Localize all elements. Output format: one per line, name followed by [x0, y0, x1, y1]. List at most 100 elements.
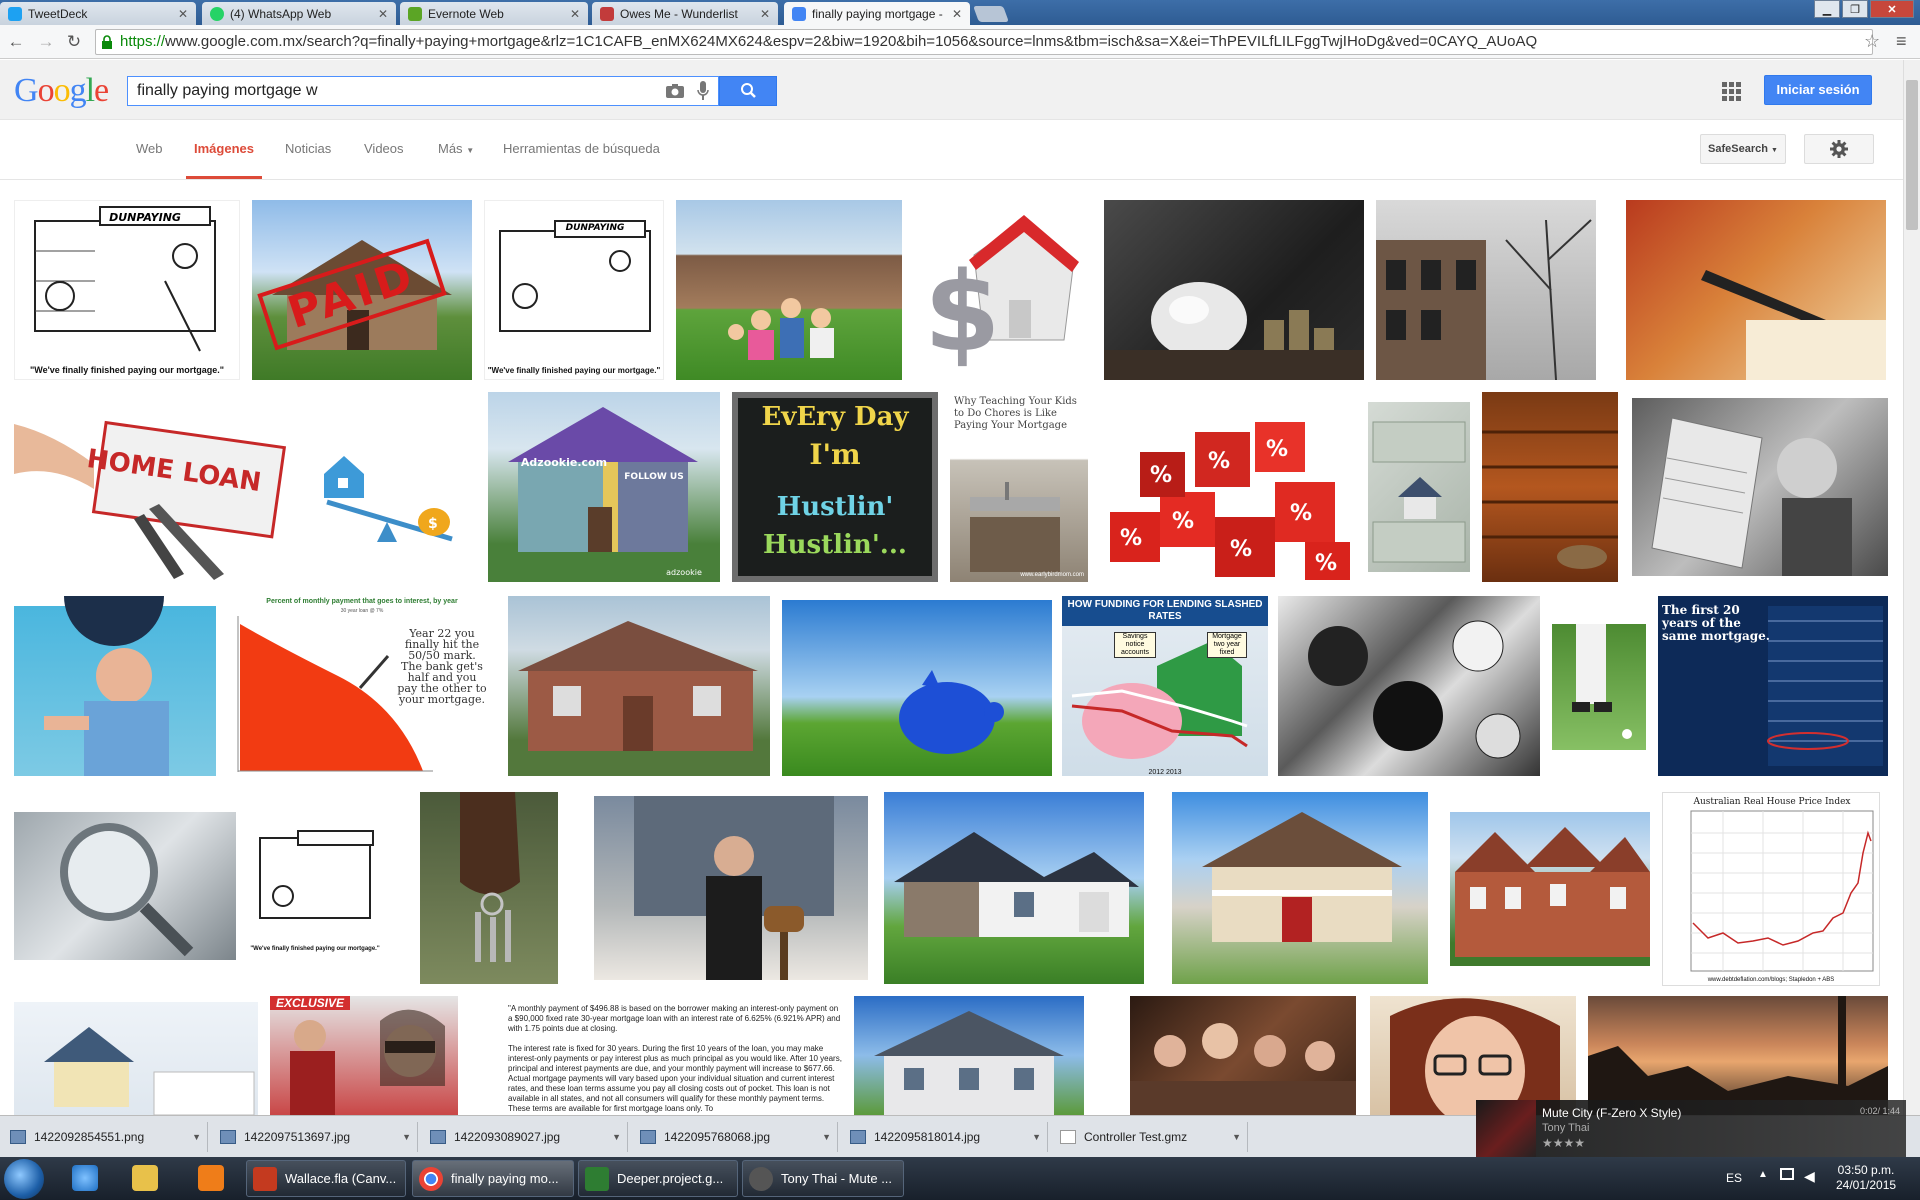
tab-videos[interactable]: Videos: [364, 141, 404, 156]
download-item[interactable]: 1422095818014.jpg ▼: [840, 1122, 1048, 1152]
result-image-adzookie-house[interactable]: Adzookie.com FOLLOW US adzookie: [488, 392, 720, 582]
tab-whatsapp[interactable]: (4) WhatsApp Web ✕: [202, 2, 396, 25]
tab-tweetdeck[interactable]: TweetDeck ✕: [0, 2, 196, 25]
download-item[interactable]: 1422095768068.jpg ▼: [630, 1122, 838, 1152]
result-image-row-houses[interactable]: [1376, 200, 1596, 380]
media-player-icon[interactable]: [198, 1165, 224, 1191]
scroll-thumb[interactable]: [1906, 80, 1918, 230]
safesearch-button[interactable]: SafeSearch ▼: [1700, 134, 1786, 164]
address-bar[interactable]: https://www.google.com.mx/search?q=final…: [95, 29, 1873, 55]
rating-stars[interactable]: ★★★★: [1542, 1136, 1585, 1150]
result-image-magnifier[interactable]: [14, 812, 236, 960]
taskbar-item-music[interactable]: Tony Thai - Mute ...: [742, 1160, 904, 1197]
result-image-funding-chart[interactable]: HOW FUNDING FOR LENDING SLASHED RATES Sa…: [1062, 596, 1268, 776]
chevron-down-icon[interactable]: ▼: [1032, 1132, 1041, 1142]
search-button[interactable]: [719, 76, 777, 106]
close-window-button[interactable]: ✕: [1870, 0, 1914, 18]
new-tab-button[interactable]: [973, 6, 1009, 22]
maximize-button[interactable]: ❐: [1842, 0, 1868, 18]
result-image-stairs-dog[interactable]: [1482, 392, 1618, 582]
chevron-down-icon[interactable]: ▼: [1232, 1132, 1241, 1142]
close-icon[interactable]: ✕: [570, 7, 580, 21]
camera-icon[interactable]: [666, 84, 684, 98]
download-item[interactable]: Controller Test.gmz ▼: [1050, 1122, 1248, 1152]
result-image-woman-glasses[interactable]: [1370, 996, 1576, 1115]
start-button[interactable]: [4, 1159, 44, 1199]
minimize-button[interactable]: ▁: [1814, 0, 1840, 18]
internet-explorer-icon[interactable]: [72, 1165, 98, 1191]
tab-more[interactable]: Más ▼: [438, 141, 474, 156]
result-image-paid-house[interactable]: PAID: [252, 200, 472, 380]
result-image-exclusive-photo[interactable]: EXCLUSIVE: [270, 996, 458, 1115]
chevron-down-icon[interactable]: ▼: [192, 1132, 201, 1142]
language-indicator[interactable]: ES: [1726, 1171, 1742, 1185]
chevron-down-icon[interactable]: ▼: [822, 1132, 831, 1142]
back-arrow-icon[interactable]: ←: [6, 32, 26, 52]
close-icon[interactable]: ✕: [378, 7, 388, 21]
search-input[interactable]: finally paying mortgage w: [127, 76, 719, 106]
search-tools-button[interactable]: Herramientas de búsqueda: [503, 141, 660, 156]
tab-images[interactable]: Imágenes: [194, 141, 254, 156]
now-playing-widget[interactable]: Mute City (F-Zero X Style) Tony Thai ★★★…: [1476, 1100, 1906, 1160]
result-image-porch-house[interactable]: [1172, 792, 1428, 984]
download-item[interactable]: 1422093089027.jpg ▼: [420, 1122, 628, 1152]
network-icon[interactable]: [1780, 1168, 1794, 1180]
sign-in-button[interactable]: Iniciar sesión: [1764, 75, 1872, 105]
result-image-loan-text[interactable]: "A monthly payment of $496.88 is based o…: [506, 1002, 844, 1115]
result-image-dollar-house[interactable]: $: [914, 200, 1092, 380]
result-image-model-house[interactable]: [14, 1002, 258, 1115]
settings-button[interactable]: [1804, 134, 1874, 164]
result-image-piggy-coins[interactable]: [1104, 200, 1364, 380]
tab-google-images[interactable]: finally paying mortgage - ✕: [784, 2, 970, 25]
result-image-blue-piggy[interactable]: [782, 600, 1052, 776]
result-image-man-pointing[interactable]: [14, 596, 216, 776]
page-scrollbar[interactable]: [1903, 60, 1920, 1115]
result-image-white-house[interactable]: [884, 792, 1144, 984]
result-image-australian-index[interactable]: Australian Real House Price Index www.de…: [1662, 792, 1880, 986]
result-image-keys[interactable]: [420, 792, 558, 984]
tab-evernote[interactable]: Evernote Web ✕: [400, 2, 588, 25]
result-image-seesaw[interactable]: $: [302, 394, 474, 580]
tab-web[interactable]: Web: [136, 141, 163, 156]
result-image-friends-photo[interactable]: [1130, 996, 1356, 1115]
download-item[interactable]: 1422097513697.jpg ▼: [210, 1122, 418, 1152]
result-image-twenty-years[interactable]: The first 20 years of the same mortgage.: [1658, 596, 1888, 776]
result-image-cartoon[interactable]: DUNPAYING "We've finally finished paying…: [14, 200, 240, 380]
close-icon[interactable]: ✕: [760, 7, 770, 21]
tab-news[interactable]: Noticias: [285, 141, 331, 156]
result-image-man-mailbox[interactable]: [594, 796, 868, 980]
google-logo[interactable]: Google: [14, 72, 109, 110]
result-image-chores[interactable]: Why Teaching Your Kids to Do Chores is L…: [950, 392, 1088, 582]
volume-icon[interactable]: ◀: [1804, 1168, 1815, 1185]
taskbar-item-flash[interactable]: Wallace.fla (Canv...: [246, 1160, 406, 1197]
bookmark-star-icon[interactable]: ☆: [1864, 31, 1880, 52]
result-image-bosch-painting[interactable]: [1278, 596, 1540, 776]
result-image-golf[interactable]: [1552, 624, 1646, 750]
reload-icon[interactable]: ↻: [64, 32, 84, 52]
download-item[interactable]: 1422092854551.png ▼: [0, 1122, 208, 1152]
result-image-cartoon-small[interactable]: DUNPAYING "We've finally finished paying…: [484, 200, 664, 380]
chevron-down-icon[interactable]: ▼: [402, 1132, 411, 1142]
result-image-house-money[interactable]: [1368, 402, 1470, 572]
tray-arrow-icon[interactable]: ▲: [1758, 1169, 1768, 1180]
system-clock[interactable]: 03:50 p.m. 24/01/2015: [1836, 1163, 1896, 1193]
taskbar-item-chrome[interactable]: finally paying mo...: [412, 1160, 574, 1197]
close-icon[interactable]: ✕: [952, 7, 962, 21]
result-image-home-loan[interactable]: HOME LOAN: [14, 394, 290, 580]
apps-grid-icon[interactable]: [1722, 82, 1742, 102]
close-icon[interactable]: ✕: [178, 7, 188, 21]
result-image-man-newspaper[interactable]: [1632, 398, 1888, 576]
result-image-percent-dice[interactable]: % % % % % % % %: [1100, 392, 1356, 582]
microphone-icon[interactable]: [697, 81, 709, 101]
result-image-pen-signing[interactable]: [1626, 200, 1886, 380]
result-image-hustlin-chalkboard[interactable]: EvEry Day I'm Hustlin' Hustlin'...: [732, 392, 938, 582]
result-image-victorian-houses[interactable]: [1450, 812, 1650, 966]
result-image-gray-house[interactable]: [854, 996, 1084, 1115]
result-image-brick-house[interactable]: [508, 596, 770, 776]
menu-icon[interactable]: ≡: [1896, 31, 1907, 52]
result-image-interest-chart[interactable]: Percent of monthly payment that goes to …: [228, 596, 496, 776]
result-image-cartoon-tiny[interactable]: "We've finally finished paying our mortg…: [248, 816, 382, 956]
taskbar-item-deeper[interactable]: Deeper.project.g...: [578, 1160, 738, 1197]
result-image-family-house[interactable]: [676, 200, 902, 380]
calculator-icon[interactable]: [132, 1165, 158, 1191]
